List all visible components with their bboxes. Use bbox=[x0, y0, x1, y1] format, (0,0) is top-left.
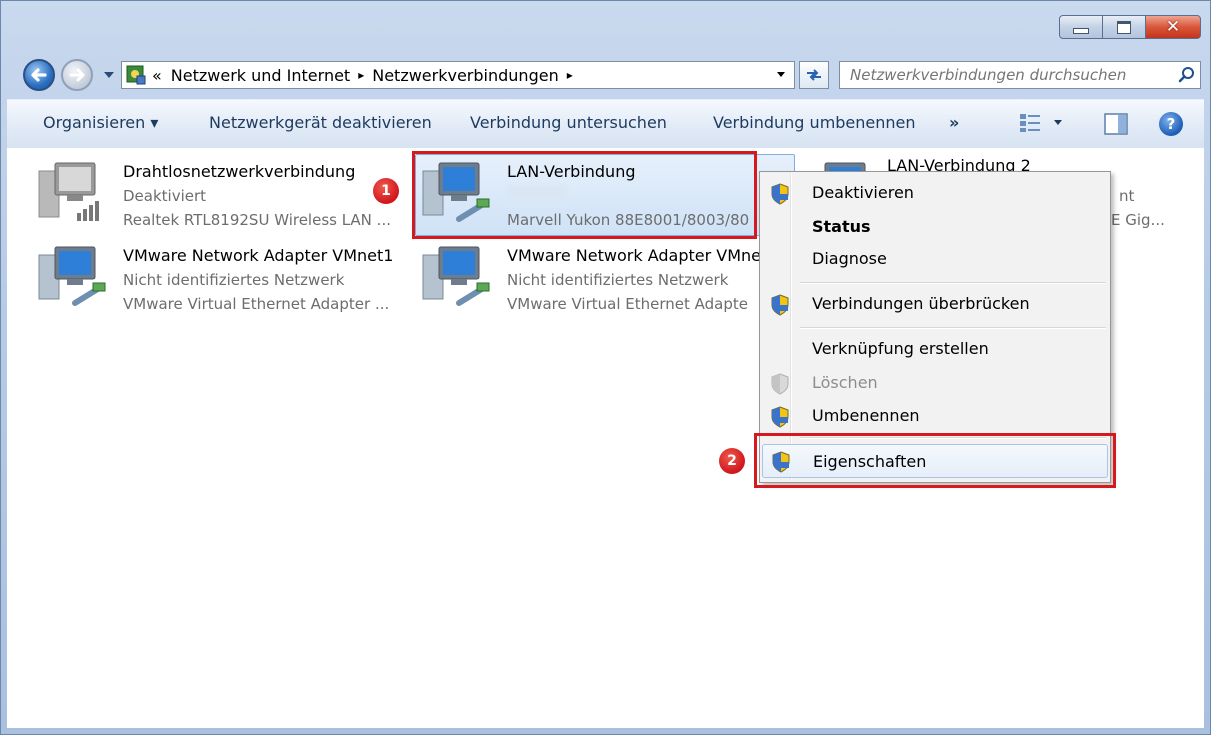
menu-item-label: Deaktivieren bbox=[812, 183, 914, 202]
lan-computer-icon bbox=[38, 246, 106, 306]
help-button[interactable]: ? bbox=[1159, 112, 1183, 136]
annotation-badge-2: 2 bbox=[719, 448, 745, 474]
wireless-computer-icon bbox=[38, 162, 99, 221]
address-bar[interactable]: « Netzwerk und Internet ▸ Netzwerkverbin… bbox=[121, 61, 789, 89]
change-view-button[interactable] bbox=[1019, 112, 1071, 134]
connection-device: VMware Virtual Ethernet Adapter ... bbox=[123, 295, 390, 313]
menu-item-diagnose[interactable]: Diagnose bbox=[762, 244, 1108, 274]
breadcrumb-network-connections[interactable]: Netzwerkverbindungen bbox=[372, 66, 558, 85]
address-row: « Netzwerk und Internet ▸ Netzwerkverbin… bbox=[1, 53, 1210, 95]
preview-pane-icon[interactable] bbox=[1104, 113, 1128, 135]
menu-item-label: Umbenennen bbox=[812, 406, 920, 425]
menu-item-create-shortcut[interactable]: Verknüpfung erstellen bbox=[762, 334, 1108, 364]
connection-name: VMware Network Adapter VMnet1 bbox=[123, 246, 394, 265]
forward-arrow-icon bbox=[69, 68, 85, 82]
close-icon: ✕ bbox=[1165, 17, 1181, 37]
uac-shield-icon-disabled bbox=[771, 373, 789, 395]
rename-connection-button[interactable]: Verbindung umbenennen bbox=[713, 113, 916, 132]
chevron-down-icon bbox=[1054, 120, 1062, 125]
title-bar: ✕ bbox=[1, 1, 1210, 53]
menu-item-label: Verbindungen überbrücken bbox=[812, 294, 1030, 313]
menu-separator bbox=[800, 327, 1106, 329]
forward-button[interactable] bbox=[61, 59, 93, 91]
diagnose-connection-button[interactable]: Verbindung untersuchen bbox=[470, 113, 667, 132]
connection-status: nt bbox=[1119, 187, 1135, 205]
connection-device: E Gig... bbox=[1111, 211, 1165, 229]
minimize-button[interactable] bbox=[1059, 15, 1103, 39]
help-icon: ? bbox=[1166, 115, 1176, 133]
connection-device: Realtek RTL8192SU Wireless LAN ... bbox=[123, 211, 391, 229]
maximize-button[interactable] bbox=[1102, 15, 1146, 39]
search-input[interactable] bbox=[848, 62, 1170, 88]
menu-item-umbenennen[interactable]: Umbenennen bbox=[762, 401, 1108, 431]
close-button[interactable]: ✕ bbox=[1145, 15, 1201, 39]
connection-status: Nicht identifiziertes Netzwerk bbox=[507, 271, 729, 289]
annotation-box-eigenschaften bbox=[754, 433, 1116, 488]
menu-item-label: Verknüpfung erstellen bbox=[812, 339, 989, 358]
organize-button[interactable]: Organisieren ▾ bbox=[43, 113, 158, 132]
menu-item-label: Diagnose bbox=[812, 249, 887, 268]
menu-item-bridge-connections[interactable]: Verbindungen überbrücken bbox=[762, 289, 1108, 319]
refresh-icon bbox=[807, 69, 821, 81]
breadcrumb-network-internet[interactable]: Netzwerk und Internet bbox=[171, 66, 350, 85]
back-button[interactable] bbox=[23, 59, 55, 91]
menu-item-loeschen[interactable]: Löschen bbox=[762, 368, 1108, 398]
disable-device-button[interactable]: Netzwerkgerät deaktivieren bbox=[209, 113, 432, 132]
menu-item-status[interactable]: Status bbox=[762, 212, 1108, 242]
uac-shield-icon bbox=[771, 294, 789, 316]
uac-shield-icon bbox=[771, 406, 789, 428]
connection-name: VMware Network Adapter VMne bbox=[507, 246, 759, 265]
connection-device: VMware Virtual Ethernet Adapte bbox=[507, 295, 749, 313]
control-panel-icon bbox=[126, 65, 146, 85]
connection-item-vmnet1[interactable]: VMware Network Adapter VMnet1 Nicht iden… bbox=[37, 245, 417, 315]
connection-status: Nicht identifiziertes Netzwerk bbox=[123, 271, 345, 289]
maximize-icon bbox=[1117, 20, 1131, 34]
connection-item-wireless[interactable]: Drahtlosnetzwerkverbindung Deaktiviert R… bbox=[37, 161, 417, 231]
menu-item-deaktivieren[interactable]: Deaktivieren bbox=[762, 178, 1108, 208]
uac-shield-icon bbox=[771, 183, 789, 205]
breadcrumb-separator-2[interactable]: ▸ bbox=[567, 68, 573, 82]
search-box[interactable] bbox=[839, 61, 1201, 89]
connection-item-vmnet8[interactable]: VMware Network Adapter VMne Nicht identi… bbox=[421, 245, 759, 315]
refresh-button[interactable] bbox=[799, 61, 829, 89]
view-options-icon bbox=[1020, 114, 1040, 132]
annotation-box-lan bbox=[412, 151, 757, 239]
breadcrumb-separator-1[interactable]: ▸ bbox=[358, 68, 364, 82]
address-history-dropdown[interactable] bbox=[767, 61, 795, 89]
recent-pages-dropdown-icon[interactable] bbox=[103, 70, 115, 80]
more-commands-button[interactable]: » bbox=[949, 113, 959, 132]
chevron-down-icon bbox=[776, 72, 785, 77]
command-bar: Organisieren ▾ Netzwerkgerät deaktiviere… bbox=[7, 99, 1204, 149]
lan-computer-icon bbox=[422, 246, 490, 306]
menu-item-label: Löschen bbox=[812, 373, 878, 392]
minimize-icon bbox=[1073, 28, 1089, 34]
menu-separator bbox=[800, 282, 1106, 284]
breadcrumb-prefix[interactable]: « bbox=[152, 66, 162, 85]
connection-status: Deaktiviert bbox=[123, 187, 207, 205]
connection-name: Drahtlosnetzwerkverbindung bbox=[123, 162, 356, 181]
explorer-window: ✕ « Netzwerk und Internet ▸ Netzwerkverb… bbox=[0, 0, 1211, 735]
menu-item-label: Status bbox=[812, 217, 871, 236]
annotation-badge-1: 1 bbox=[373, 178, 399, 204]
search-icon[interactable] bbox=[1178, 66, 1196, 84]
back-arrow-icon bbox=[31, 68, 47, 82]
